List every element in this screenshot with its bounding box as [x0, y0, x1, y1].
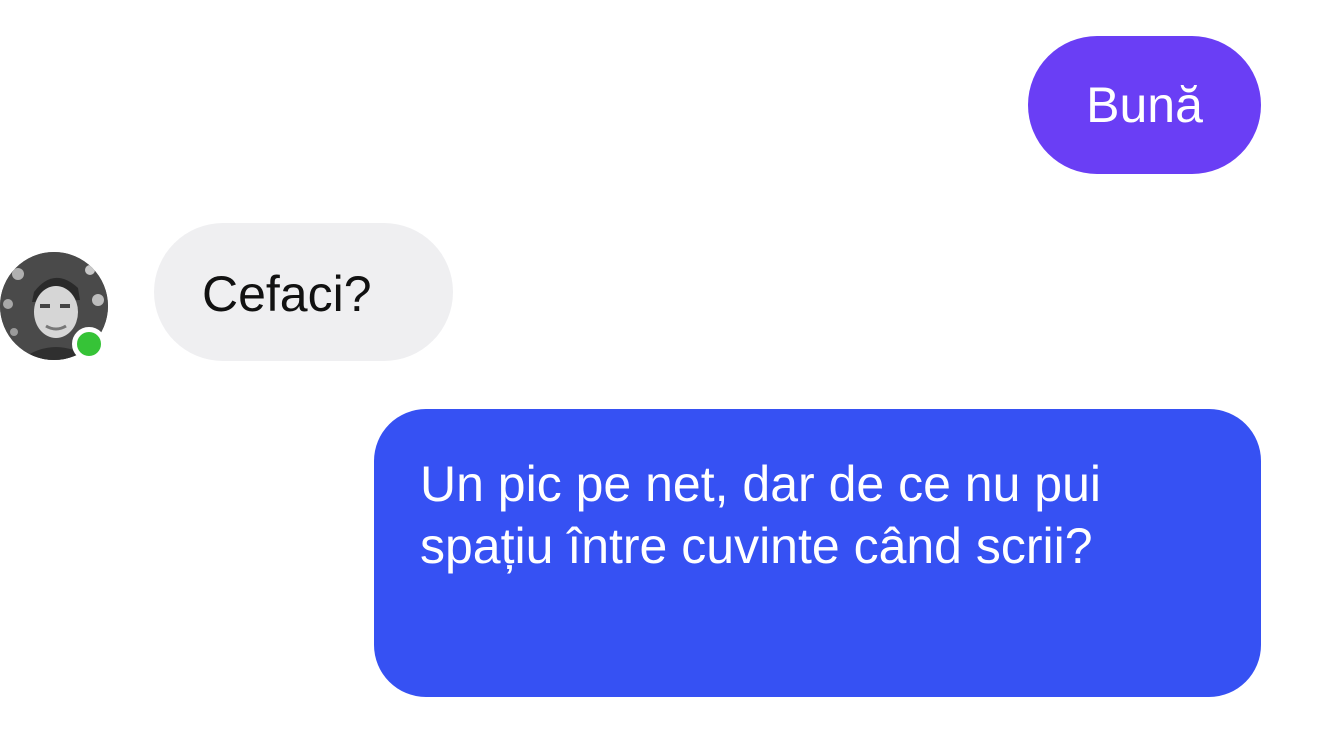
incoming-message[interactable]: Cefaci?: [154, 223, 453, 361]
outgoing-message[interactable]: Bună: [1028, 36, 1261, 174]
message-thread: Bună Cefaci? Un pic pe net, dar de ce nu…: [0, 0, 1320, 743]
outgoing-message[interactable]: Un pic pe net, dar de ce nu pui spațiu î…: [374, 409, 1261, 697]
online-status-icon: [72, 327, 106, 361]
